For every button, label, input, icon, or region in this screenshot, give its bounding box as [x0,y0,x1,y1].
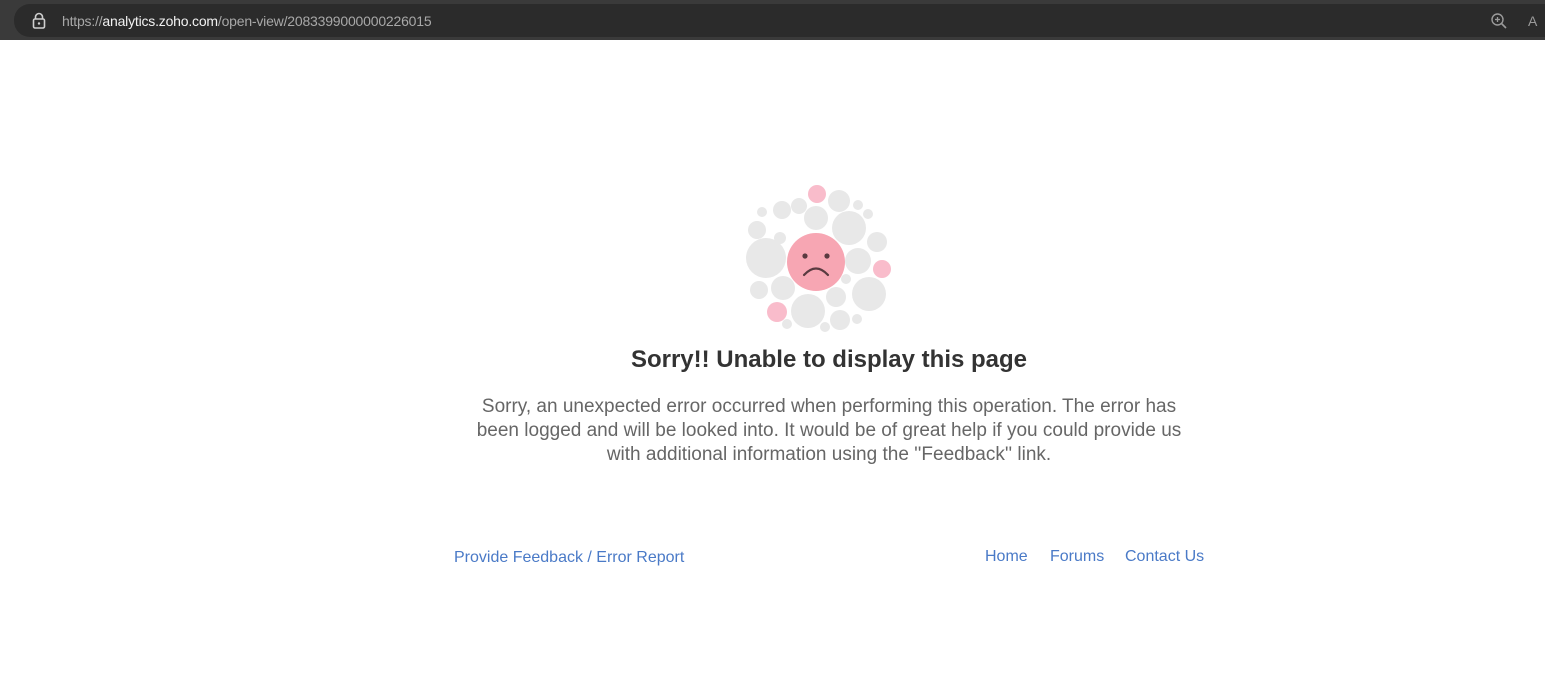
page-title: Sorry!! Unable to display this page [630,346,1028,373]
lock-icon[interactable] [31,12,47,30]
url-path: /open-view/2083399000000226015 [217,13,432,29]
url-host: analytics.zoho.com [102,13,218,29]
feedback-link[interactable]: Provide Feedback / Error Report [454,547,684,569]
url-text[interactable]: https://analytics.zoho.com/open-view/208… [62,11,432,31]
sad-face-icon [740,180,900,340]
contact-us-link[interactable]: Contact Us [1125,546,1204,568]
read-aloud-icon[interactable]: A [1528,11,1545,31]
browser-toolbar: https://analytics.zoho.com/open-view/208… [0,0,1545,40]
forums-link[interactable]: Forums [1050,546,1104,568]
home-link[interactable]: Home [985,546,1028,568]
sad-face [787,233,845,291]
error-message: Sorry, an unexpected error occurred when… [476,396,1182,465]
url-prefix: https:// [62,13,103,29]
zoom-in-icon[interactable] [1490,12,1508,30]
